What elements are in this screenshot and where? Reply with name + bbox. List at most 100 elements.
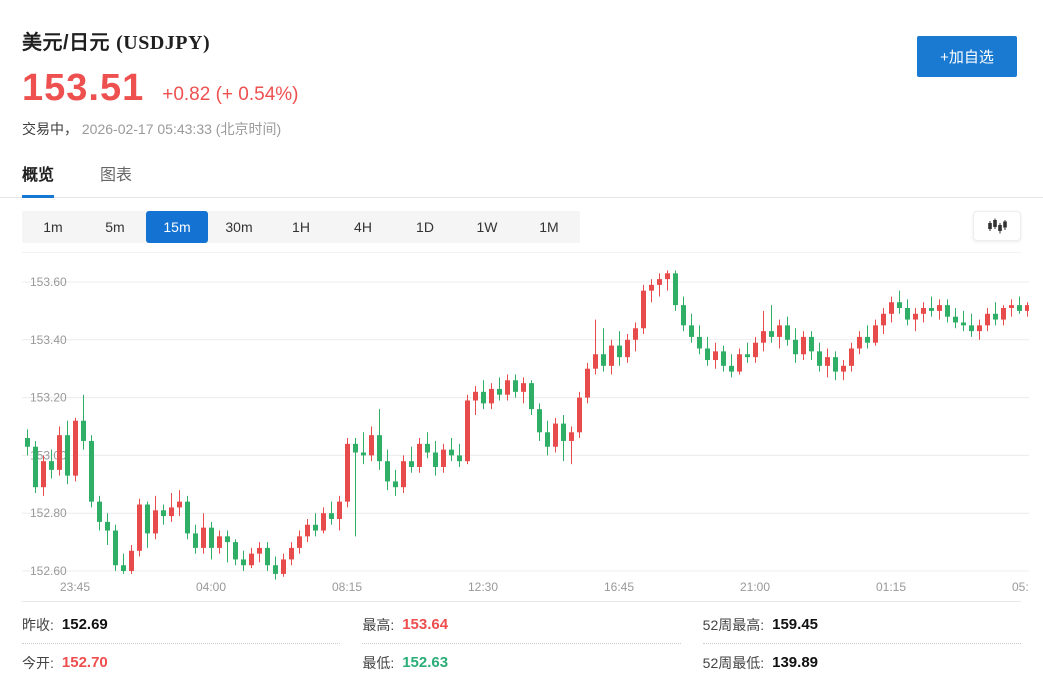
candle-up — [857, 337, 862, 349]
candle-up — [633, 328, 638, 340]
candle-down — [121, 565, 126, 571]
quote-page: 美元/日元 (USDJPY) 153.51 +0.82 (+ 0.54%) 交易… — [0, 0, 1043, 683]
candle-up — [569, 432, 574, 441]
candle-up — [441, 450, 446, 467]
candle-up — [489, 389, 494, 403]
y-axis-label: 152.60 — [30, 564, 67, 578]
candlestick-chart-canvas[interactable]: 153.60153.40153.20153.00152.80152.6023:4… — [22, 259, 1029, 601]
candle-down — [193, 533, 198, 547]
timeframe-5m[interactable]: 5m — [84, 211, 146, 243]
stat-column: 昨收:152.69今开:152.70 — [22, 606, 340, 681]
timeframe-1H[interactable]: 1H — [270, 211, 332, 243]
tab-chart[interactable]: 图表 — [100, 161, 132, 197]
candle-down — [265, 548, 270, 565]
candle-down — [185, 502, 190, 534]
candle-up — [57, 435, 62, 470]
stat-label: 今开: — [22, 653, 54, 673]
timeframe-30m[interactable]: 30m — [208, 211, 270, 243]
candle-up — [337, 502, 342, 519]
stat-value: 159.45 — [772, 616, 818, 633]
candle-down — [545, 432, 550, 446]
candle-up — [201, 528, 206, 548]
candle-down — [729, 366, 734, 372]
timeframe-4H[interactable]: 4H — [332, 211, 394, 243]
candle-up — [505, 380, 510, 394]
chart-toolbar: 1m5m15m30m1H4H1D1W1M — [22, 211, 1021, 253]
candle-down — [697, 337, 702, 349]
chart-style-button[interactable] — [973, 211, 1021, 241]
candle-up — [249, 554, 254, 566]
candle-up — [73, 421, 78, 476]
candle-up — [417, 444, 422, 467]
candle-down — [49, 461, 54, 470]
candle-down — [689, 325, 694, 337]
timeframe-1D[interactable]: 1D — [394, 211, 456, 243]
candle-up — [753, 343, 758, 357]
candle-down — [81, 421, 86, 441]
candle-up — [321, 513, 326, 530]
stat-label: 52周最低: — [703, 653, 764, 673]
candle-up — [889, 302, 894, 314]
tab-overview[interactable]: 概览 — [22, 161, 54, 197]
candle-down — [929, 308, 934, 311]
candle-down — [353, 444, 358, 453]
candle-up — [177, 502, 182, 508]
candle-up — [153, 510, 158, 533]
stat-value: 152.63 — [402, 654, 448, 671]
candle-down — [33, 447, 38, 487]
candle-down — [409, 461, 414, 467]
candle-up — [849, 348, 854, 365]
candle-up — [41, 461, 46, 487]
timeframe-1M[interactable]: 1M — [518, 211, 580, 243]
add-watchlist-button[interactable]: +加自选 — [917, 36, 1017, 77]
status-line: 交易中， 2026-02-17 05:43:33 (北京时间) — [22, 119, 1017, 139]
candle-up — [985, 314, 990, 326]
candle-down — [745, 354, 750, 357]
candle-up — [761, 331, 766, 343]
candle-down — [673, 273, 678, 305]
candle-down — [89, 441, 94, 502]
candle-up — [297, 536, 302, 548]
quote-header: 美元/日元 (USDJPY) 153.51 +0.82 (+ 0.54%) 交易… — [0, 0, 1043, 139]
candle-down — [537, 409, 542, 432]
timeframe-15m[interactable]: 15m — [146, 211, 208, 243]
timeframe-1m[interactable]: 1m — [22, 211, 84, 243]
candle-down — [209, 528, 214, 548]
stat-52wk-low: 52周最低:139.89 — [703, 644, 1021, 681]
y-axis-label: 152.80 — [30, 506, 67, 520]
candle-up — [873, 325, 878, 342]
candle-down — [617, 346, 622, 358]
candle-down — [953, 317, 958, 323]
timeframe-bar: 1m5m15m30m1H4H1D1W1M — [22, 211, 580, 243]
stat-column: 52周最高:159.4552周最低:139.89 — [703, 606, 1021, 681]
x-axis-label: 01:15 — [876, 580, 906, 594]
candle-down — [425, 444, 430, 453]
stat-prev-close: 昨收:152.69 — [22, 606, 340, 643]
instrument-title: 美元/日元 (USDJPY) — [22, 26, 1017, 55]
candle-up — [465, 400, 470, 461]
candle-up — [577, 398, 582, 433]
candle-up — [921, 308, 926, 314]
candle-up — [913, 314, 918, 320]
y-axis-label: 153.40 — [30, 333, 67, 347]
candle-up — [977, 325, 982, 331]
candle-down — [513, 380, 518, 392]
candle-up — [609, 346, 614, 366]
candle-down — [785, 325, 790, 339]
candle-down — [601, 354, 606, 366]
candle-down — [233, 542, 238, 559]
timeframe-1W[interactable]: 1W — [456, 211, 518, 243]
candle-down — [25, 438, 30, 447]
stat-high: 最高:153.64 — [362, 606, 680, 643]
candle-up — [281, 559, 286, 573]
candle-down — [313, 525, 318, 531]
candle-down — [97, 502, 102, 522]
candle-up — [937, 305, 942, 311]
candle-up — [649, 285, 654, 291]
candle-down — [241, 559, 246, 565]
candle-down — [993, 314, 998, 320]
candle-up — [737, 354, 742, 371]
timezone-name: (北京时间) — [216, 121, 281, 137]
candle-down — [497, 389, 502, 395]
x-axis-label: 16:45 — [604, 580, 634, 594]
